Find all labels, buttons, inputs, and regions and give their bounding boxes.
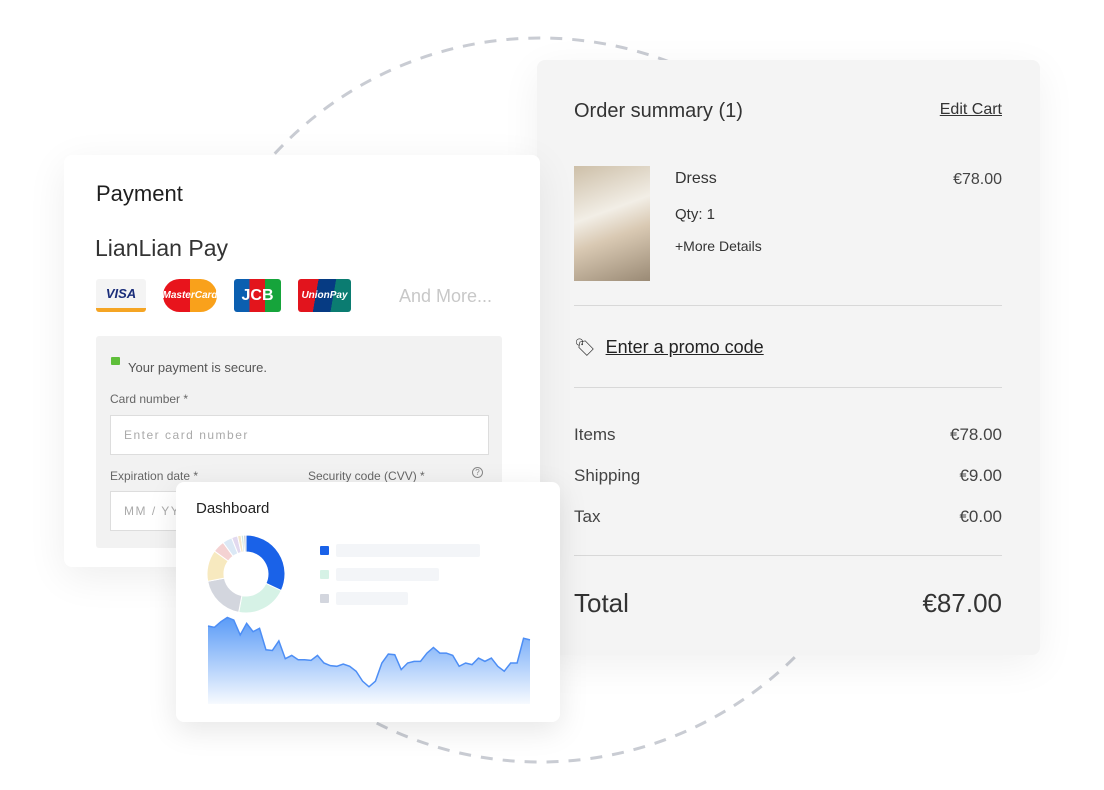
more-details-link[interactable]: +More Details — [675, 238, 762, 254]
tax-row: Tax €0.00 — [574, 507, 1002, 527]
dashboard-charts — [206, 534, 531, 704]
donut-slice — [207, 577, 243, 613]
help-icon[interactable]: ? — [472, 467, 483, 478]
lock-icon — [111, 357, 120, 365]
legend-swatch — [320, 546, 329, 555]
legend-swatch — [320, 594, 329, 603]
donut-slice — [238, 582, 282, 614]
total-label: Total — [574, 588, 629, 618]
shipping-label: Shipping — [574, 466, 641, 485]
expiration-label: Expiration date * — [110, 469, 199, 483]
card-number-label: Card number * — [110, 392, 189, 406]
product-name: Dress — [675, 170, 717, 187]
and-more-text: And More... — [399, 286, 493, 306]
total-row: Total €87.00 — [574, 588, 1002, 619]
donut-slice — [245, 534, 286, 592]
unionpay-logo: UnionPay — [298, 279, 351, 312]
total-value: €87.00 — [922, 588, 1002, 618]
legend-placeholder-bar — [336, 544, 480, 557]
product-price: €78.00 — [953, 171, 1002, 188]
order-summary-card: Order summary (1) Edit Cart Dress €78.00… — [537, 60, 1040, 655]
divider — [574, 555, 1002, 556]
card-number-input[interactable]: Enter card number — [110, 415, 489, 455]
edit-cart-link[interactable]: Edit Cart — [940, 101, 1002, 119]
payment-title: Payment — [96, 181, 183, 206]
visa-logo: VISA — [96, 279, 146, 312]
legend-placeholder-bar — [336, 592, 408, 605]
shipping-row: Shipping €9.00 — [574, 466, 1002, 486]
legend-swatch — [320, 570, 329, 579]
product-image[interactable] — [574, 166, 650, 281]
items-value: €78.00 — [950, 425, 1002, 444]
divider — [574, 387, 1002, 388]
promo-code-text: Enter a promo code — [605, 337, 764, 357]
dashboard-card: Dashboard — [176, 482, 560, 722]
order-summary-title: Order summary (1) — [574, 100, 743, 122]
mastercard-logo: MasterCard — [162, 279, 218, 312]
divider — [574, 305, 1002, 306]
legend-placeholder-bar — [336, 568, 439, 581]
product-qty: Qty: 1 — [675, 206, 716, 223]
lianlian-pay-logo: LianLian Pay — [95, 235, 228, 261]
promo-code-link[interactable]: 🏷︎ Enter a promo code — [574, 337, 764, 358]
items-row: Items €78.00 — [574, 425, 1002, 445]
tag-icon: 🏷︎ — [574, 337, 596, 357]
tax-value: €0.00 — [959, 507, 1002, 526]
items-label: Items — [574, 425, 616, 444]
jcb-logo: JCB — [234, 279, 281, 312]
secure-text: Your payment is secure. — [128, 360, 267, 375]
shipping-value: €9.00 — [959, 466, 1002, 485]
cvv-label: Security code (CVV) * — [308, 469, 425, 483]
tax-label: Tax — [574, 507, 601, 526]
